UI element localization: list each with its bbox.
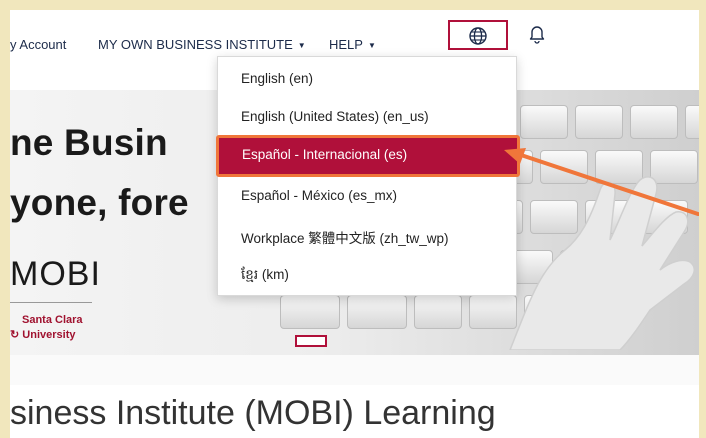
caret-down-icon: ▼ <box>367 41 376 50</box>
language-option-km[interactable]: ខ្មែរ (km) <box>241 266 289 286</box>
language-option-en-us[interactable]: English (United States) (en_us) <box>241 109 429 124</box>
santa-clara-logo-line1: Santa Clara <box>22 314 83 326</box>
nav-mobi-label: MY OWN BUSINESS INSTITUTE <box>98 37 293 52</box>
page-title: siness Institute (MOBI) Learning <box>10 394 496 432</box>
caret-down-icon: ▼ <box>297 41 306 50</box>
nav-help[interactable]: HELP ▼ <box>329 37 376 52</box>
arrow-icon <box>504 148 699 216</box>
hero-title-line2: yone, fore <box>10 182 189 223</box>
hero-title-line1: ne Busin <box>10 122 168 163</box>
santa-clara-logo-label: University <box>22 329 76 341</box>
carousel-indicator[interactable] <box>295 335 327 347</box>
language-option-en[interactable]: English (en) <box>241 71 313 86</box>
language-option-es-mx[interactable]: Español - México (es_mx) <box>241 188 397 203</box>
bell-icon[interactable] <box>528 24 546 44</box>
language-option-zh-tw-wp[interactable]: Workplace 繁體中文版 (zh_tw_wp) <box>241 227 449 247</box>
santa-clara-logo-line2: ↻ University <box>10 328 75 341</box>
language-option-es-highlighted[interactable]: Español - Internacional (es) <box>216 135 520 177</box>
content-band <box>10 355 699 385</box>
nav-my-account[interactable]: y Account <box>10 37 66 52</box>
language-dropdown: English (en) English (United States) (en… <box>216 56 520 296</box>
language-option-es-label: Español - Internacional (es) <box>242 147 408 162</box>
logo-divider <box>10 302 92 303</box>
scu-mark-icon: ↻ <box>10 329 23 341</box>
mobi-logo: MOBI <box>10 255 101 293</box>
nav-mobi-institute[interactable]: MY OWN BUSINESS INSTITUTE ▼ <box>98 37 306 52</box>
browser-page: y Account MY OWN BUSINESS INSTITUTE ▼ HEL… <box>10 10 699 438</box>
globe-icon <box>469 27 487 45</box>
language-selector-button[interactable] <box>448 20 508 50</box>
nav-help-label: HELP <box>329 37 363 52</box>
